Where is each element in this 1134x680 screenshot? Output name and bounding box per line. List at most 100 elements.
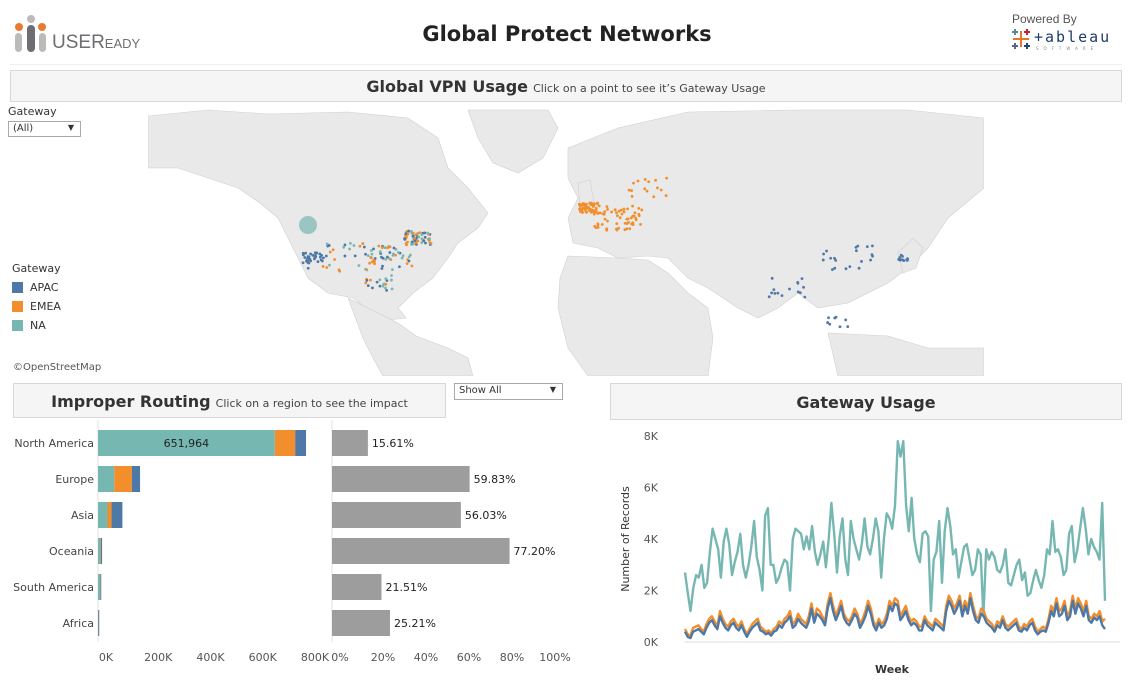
map-point[interactable] <box>796 280 800 284</box>
map-point[interactable] <box>603 217 607 221</box>
map-point[interactable] <box>628 227 632 231</box>
map-point[interactable] <box>780 294 784 298</box>
category-label[interactable]: Oceania <box>49 545 94 558</box>
map-point[interactable] <box>579 203 583 207</box>
map-point[interactable] <box>831 268 834 271</box>
map-point[interactable] <box>375 280 379 284</box>
map-point[interactable] <box>636 179 640 183</box>
count-bar-apac[interactable] <box>111 502 123 528</box>
map-point[interactable] <box>388 245 392 249</box>
percent-bar[interactable] <box>332 538 510 564</box>
map-point[interactable] <box>630 195 634 198</box>
map-point[interactable] <box>596 225 600 229</box>
map-point[interactable] <box>770 291 774 295</box>
map-point[interactable] <box>788 287 791 291</box>
percent-bar[interactable] <box>332 610 390 636</box>
map-point[interactable] <box>426 231 430 235</box>
map-point[interactable] <box>637 212 641 216</box>
map-point[interactable] <box>656 186 659 190</box>
map-point[interactable] <box>854 249 858 253</box>
map-point[interactable] <box>825 249 828 253</box>
map-point[interactable] <box>821 258 825 262</box>
map-point[interactable] <box>378 284 382 288</box>
map-point[interactable] <box>391 268 394 272</box>
map-point[interactable] <box>404 232 408 236</box>
percent-bar[interactable] <box>332 574 382 600</box>
map-point[interactable] <box>358 244 362 248</box>
map-point[interactable] <box>620 212 624 216</box>
gateway-filter-dropdown[interactable]: (All) ▼ <box>8 121 81 137</box>
map-point[interactable] <box>413 237 416 240</box>
map-point[interactable] <box>410 229 413 233</box>
map-point[interactable] <box>383 246 387 250</box>
map-point[interactable] <box>420 241 424 245</box>
map-point[interactable] <box>603 210 607 214</box>
count-bar-emea[interactable] <box>274 430 296 456</box>
map-point[interactable] <box>410 264 414 268</box>
map-point[interactable] <box>622 210 626 214</box>
map-point[interactable] <box>871 254 874 258</box>
map-point[interactable] <box>318 252 322 256</box>
map-point[interactable] <box>665 176 669 180</box>
map-point[interactable] <box>396 251 400 254</box>
map-point[interactable] <box>601 212 605 216</box>
map-point[interactable] <box>593 202 596 206</box>
map-point[interactable] <box>328 250 332 254</box>
count-bar-apac[interactable] <box>98 610 100 636</box>
percent-bar[interactable] <box>332 430 368 456</box>
percent-bar[interactable] <box>332 502 461 528</box>
map-point[interactable] <box>643 177 647 181</box>
map-point[interactable] <box>316 260 320 264</box>
map-point[interactable] <box>398 265 401 269</box>
map-point[interactable] <box>407 255 411 259</box>
map-point[interactable] <box>392 252 395 256</box>
map-point[interactable] <box>631 204 634 208</box>
map-point-large[interactable] <box>299 216 317 234</box>
map-point[interactable] <box>417 235 421 239</box>
map-point[interactable] <box>865 245 869 249</box>
line-series-na[interactable] <box>683 440 1107 618</box>
map-point[interactable] <box>385 288 389 292</box>
map-point[interactable] <box>386 246 389 250</box>
map-point[interactable] <box>428 237 432 241</box>
map-point[interactable] <box>337 268 341 272</box>
legend-item-na[interactable]: NA <box>12 319 61 332</box>
map-point[interactable] <box>361 242 365 245</box>
map-point[interactable] <box>902 259 906 263</box>
map-point[interactable] <box>378 278 382 282</box>
map-point[interactable] <box>905 258 909 262</box>
map-point[interactable] <box>591 205 595 208</box>
map-point[interactable] <box>860 259 863 263</box>
map-point[interactable] <box>420 233 424 237</box>
map-point[interactable] <box>800 277 804 281</box>
map-point[interactable] <box>405 235 408 239</box>
map-point[interactable] <box>369 256 373 259</box>
map-point[interactable] <box>331 248 335 252</box>
map-point[interactable] <box>384 257 388 261</box>
map-point[interactable] <box>380 267 384 270</box>
map-point[interactable] <box>377 244 381 248</box>
map-point[interactable] <box>898 258 902 262</box>
map-point[interactable] <box>629 216 633 220</box>
map-point[interactable] <box>366 254 370 258</box>
map-point[interactable] <box>362 245 366 249</box>
map-point[interactable] <box>870 244 874 248</box>
map-point[interactable] <box>899 253 903 257</box>
map-point[interactable] <box>343 243 347 247</box>
map-point[interactable] <box>613 208 617 212</box>
category-label[interactable]: Asia <box>71 509 94 522</box>
map-point[interactable] <box>659 188 663 192</box>
map-point[interactable] <box>357 264 361 267</box>
map-point[interactable] <box>585 210 588 214</box>
map-point[interactable] <box>828 322 832 326</box>
map-attribution[interactable]: ©OpenStreetMap <box>13 362 101 373</box>
map-point[interactable] <box>846 325 850 329</box>
map-point[interactable] <box>626 207 629 211</box>
category-label[interactable]: Africa <box>63 617 94 630</box>
map-point[interactable] <box>412 242 415 246</box>
map-point[interactable] <box>618 216 622 220</box>
count-bar-apac[interactable] <box>131 466 141 492</box>
map-point[interactable] <box>381 256 385 260</box>
line-series-emea[interactable] <box>683 591 1106 637</box>
map-point[interactable] <box>869 258 872 262</box>
